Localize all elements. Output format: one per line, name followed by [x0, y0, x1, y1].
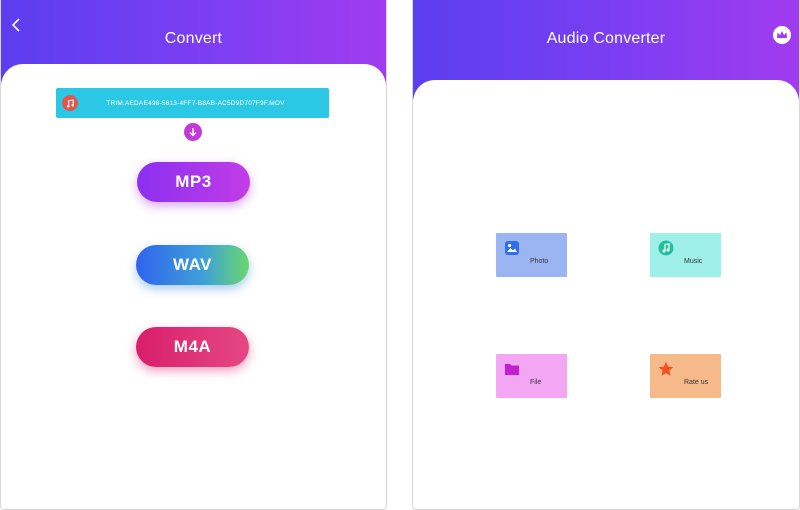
- page-title: Convert: [164, 30, 223, 47]
- crown-icon[interactable]: [773, 26, 791, 44]
- rate-us-tile[interactable]: Rate us: [650, 354, 721, 398]
- audio-converter-screen: Audio Converter Photo Music File Rate us: [412, 0, 800, 510]
- music-file-icon: [62, 95, 78, 111]
- star-icon: [658, 361, 674, 377]
- page-title: Audio Converter: [546, 30, 666, 47]
- audio-converter-content: [413, 80, 799, 509]
- mp3-button[interactable]: MP3: [137, 162, 250, 202]
- convert-screen: Convert TRIM.AEDAE498-5613-4FF7-B8AB-AC5…: [0, 0, 387, 510]
- image-icon: [504, 240, 520, 256]
- file-name: TRIM.AEDAE498-5613-4FF7-B8AB-AC5D9D707F9…: [106, 99, 285, 107]
- m4a-button[interactable]: M4A: [136, 327, 249, 367]
- file-label: File: [530, 379, 542, 386]
- rate-us-label: Rate us: [684, 379, 709, 386]
- file-tile[interactable]: File: [496, 354, 567, 398]
- music-label: Music: [684, 258, 703, 265]
- folder-icon: [504, 361, 520, 377]
- photo-tile[interactable]: Photo: [496, 233, 567, 277]
- music-note-icon: [658, 240, 674, 256]
- arrow-down-icon: [184, 123, 202, 141]
- photo-label: Photo: [530, 258, 549, 265]
- music-tile[interactable]: Music: [650, 233, 721, 277]
- selected-file-bar[interactable]: TRIM.AEDAE498-5613-4FF7-B8AB-AC5D9D707F9…: [56, 88, 329, 118]
- wav-button[interactable]: WAV: [136, 245, 249, 285]
